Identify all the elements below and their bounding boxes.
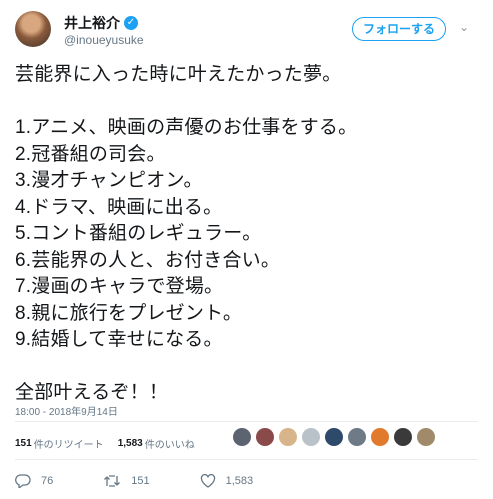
tweet-timestamp[interactable]: 18:00 - 2018年9月14日 (15, 403, 118, 418)
liker-avatar[interactable] (348, 428, 366, 446)
heart-icon (200, 474, 215, 488)
liker-avatar[interactable] (371, 428, 389, 446)
retweet-count: 151 (131, 475, 150, 487)
display-name[interactable]: 井上裕介 (64, 13, 120, 33)
liker-avatar[interactable] (256, 428, 274, 446)
liker-avatar[interactable] (417, 428, 435, 446)
verified-icon: ✓ (124, 16, 138, 30)
tweet-text: 芸能界に入った時に叶えたかった夢。 1.アニメ、映画の声優のお仕事をする。 2.… (15, 62, 485, 407)
divider (15, 421, 478, 422)
tweet-line: 2.冠番組の司会。 (15, 143, 166, 165)
tweet-line: 1.アニメ、映画の声優のお仕事をする。 (15, 117, 358, 138)
tweet-line: 8.親に旅行をプレゼント。 (15, 302, 243, 324)
chevron-down-icon[interactable]: ⌄ (457, 20, 471, 34)
tweet-line: 7.漫画のキャラで登場。 (15, 276, 224, 297)
reply-icon (15, 474, 31, 488)
divider (15, 459, 478, 460)
tweet-line (15, 89, 485, 116)
liker-avatar[interactable] (394, 428, 412, 446)
tweet-line: 芸能界に入った時に叶えたかった夢。 (15, 64, 342, 85)
user-handle[interactable]: @inoueyusuke (64, 33, 144, 47)
tweet-line: 4.ドラマ、映画に出る。 (15, 196, 223, 218)
engagement-stats: 151 件のリツイート 1,583 件のいいね (15, 436, 195, 451)
name-row: 井上裕介 ✓ (64, 13, 138, 33)
action-bar: 76 151 1,583 (15, 474, 303, 488)
tweet-line: 5.コント番組のレギュラー。 (15, 223, 262, 244)
avatar[interactable] (15, 11, 51, 47)
retweet-button[interactable]: 151 (103, 474, 150, 488)
retweet-icon (104, 475, 121, 487)
tweet-line (15, 354, 485, 381)
tweet-header: 井上裕介 ✓ @inoueyusuke フォローする ⌄ (0, 0, 493, 56)
follow-button[interactable]: フォローする (352, 17, 446, 41)
tweet-line: 3.漫才チャンピオン。 (15, 170, 203, 191)
likes-count[interactable]: 1,583 (118, 438, 143, 449)
likes-label[interactable]: 件のいいね (145, 436, 195, 451)
retweets-label[interactable]: 件のリツイート (34, 436, 104, 451)
tweet-line: 6.芸能界の人と、お付き合い。 (15, 249, 281, 271)
tweet-line: 9.結婚して幸せになる。 (15, 329, 223, 350)
liker-avatars (233, 428, 435, 446)
reply-button[interactable]: 76 (15, 474, 53, 488)
liker-avatar[interactable] (233, 428, 251, 446)
like-count: 1,583 (225, 475, 254, 487)
liker-avatar[interactable] (325, 428, 343, 446)
liker-avatar[interactable] (279, 428, 297, 446)
like-button[interactable]: 1,583 (200, 474, 254, 488)
reply-count: 76 (41, 475, 54, 487)
retweets-count[interactable]: 151 (15, 438, 32, 449)
liker-avatar[interactable] (302, 428, 320, 446)
